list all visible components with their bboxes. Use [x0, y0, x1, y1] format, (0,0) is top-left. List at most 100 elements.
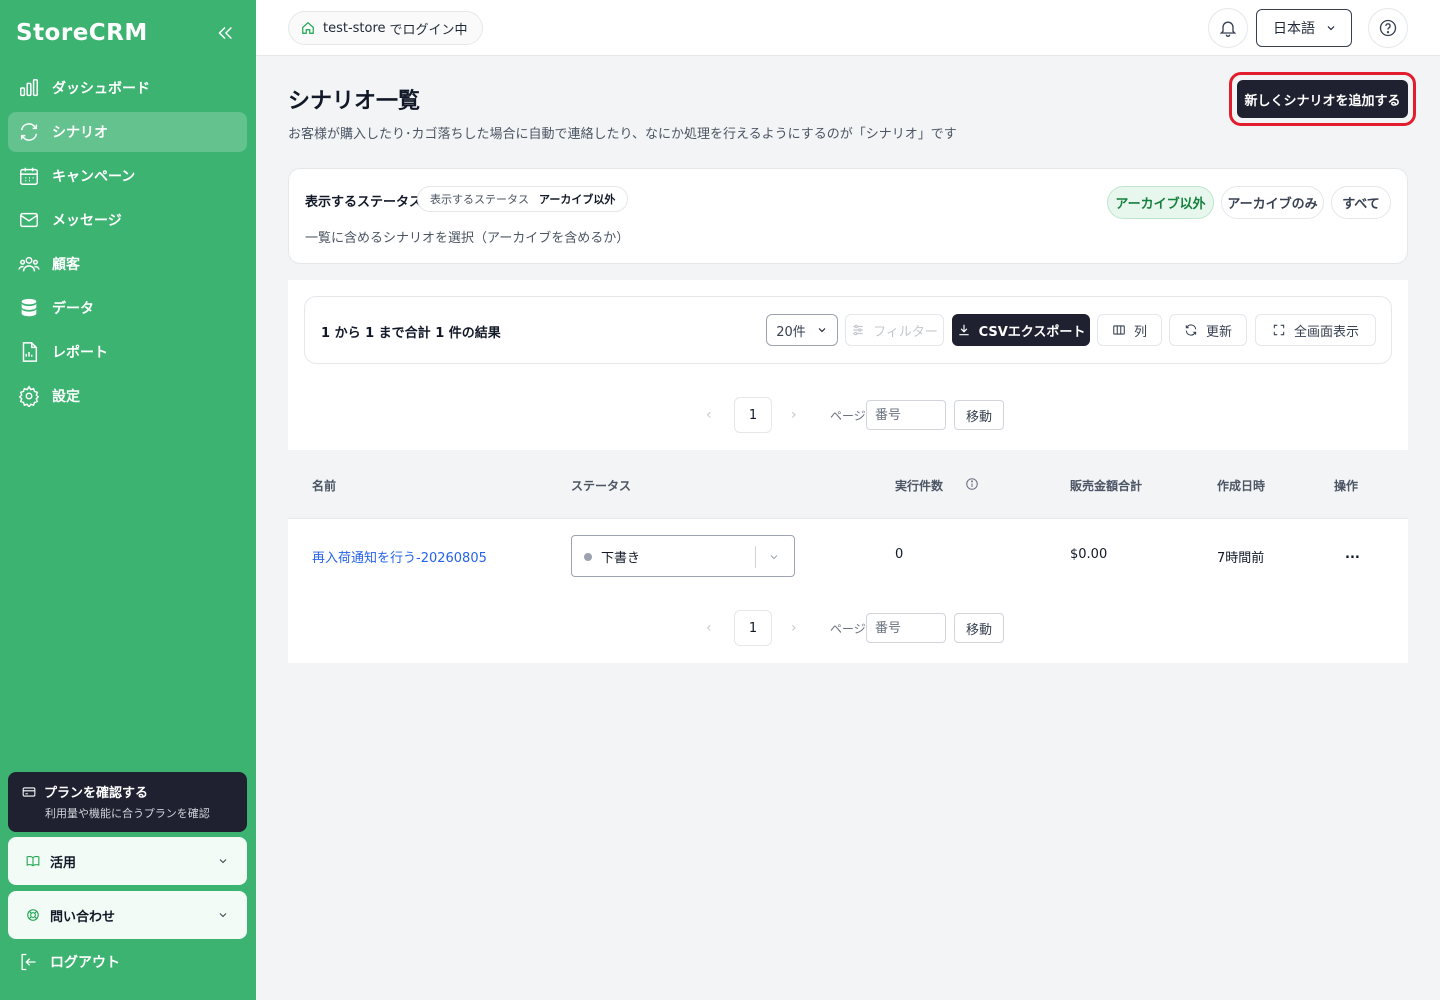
sidebar-nav: ダッシュボード シナリオ キャンペーン メッセージ 顧客 データ レポート 設定	[8, 68, 247, 420]
plan-subtitle: 利用量や機能に合うプランを確認	[45, 807, 210, 820]
executions-value: 0	[895, 547, 904, 562]
sidebar-item-data[interactable]: データ	[8, 288, 247, 328]
app-logo[interactable]: StoreCRM	[16, 20, 148, 46]
refresh-cycle-icon	[18, 121, 40, 143]
pagination-bottom: ‹ 1 › ページ 移動	[288, 610, 1408, 646]
column-header-executions[interactable]: 実行件数	[895, 477, 943, 494]
sliders-icon	[853, 324, 863, 336]
add-scenario-button[interactable]: 新しくシナリオを追加する	[1237, 80, 1408, 118]
page-label: ページ	[830, 622, 866, 636]
usage-label: 活用	[50, 855, 77, 871]
usage-accordion[interactable]: 活用	[8, 837, 247, 885]
sidebar-item-label: メッセージ	[52, 213, 122, 229]
help-button[interactable]	[1368, 8, 1408, 48]
page-description: お客様が購入したり･カゴ落ちした場合に自動で連絡したり、なにか処理を行えるように…	[288, 127, 957, 142]
page-number-input[interactable]	[866, 613, 946, 643]
sidebar-item-label: シナリオ	[52, 125, 108, 141]
bar-chart-icon	[18, 77, 40, 99]
plan-card[interactable]: プランを確認する 利用量や機能に合うプランを確認	[8, 772, 247, 832]
credit-card-icon	[22, 786, 36, 797]
sidebar-item-label: レポート	[52, 345, 108, 361]
scenario-status-select[interactable]: 下書き	[571, 535, 795, 577]
column-header-name[interactable]: 名前	[312, 477, 336, 494]
chevron-down-icon	[770, 555, 778, 560]
sidebar-item-report[interactable]: レポート	[8, 332, 247, 372]
go-to-page-button[interactable]: 移動	[954, 613, 1004, 643]
users-icon	[18, 253, 40, 275]
next-page-icon[interactable]: ›	[791, 620, 797, 636]
sidebar-item-label: 顧客	[52, 257, 80, 273]
page-title: シナリオ一覧	[288, 89, 421, 114]
sidebar-item-campaign[interactable]: キャンペーン	[8, 156, 247, 196]
chevron-down-icon	[818, 328, 826, 333]
segment-archived-only[interactable]: アーカイブのみ	[1221, 186, 1324, 219]
go-to-page-button[interactable]: 移動	[954, 400, 1004, 430]
sidebar-item-customers[interactable]: 顧客	[8, 244, 247, 284]
created-value: 7時間前	[1217, 551, 1265, 566]
filter-button[interactable]: フィルター	[845, 314, 944, 346]
sidebar-item-dashboard[interactable]: ダッシュボード	[8, 68, 247, 108]
page-number-current[interactable]: 1	[734, 610, 772, 646]
csv-export-label: CSVエクスポート	[978, 324, 1086, 340]
fullscreen-button[interactable]: 全画面表示	[1255, 314, 1376, 346]
column-header-status[interactable]: ステータス	[571, 477, 631, 494]
status-filter-label: 表示するステータス	[305, 195, 423, 210]
page-number-current[interactable]: 1	[734, 397, 772, 433]
sidebar-item-scenario[interactable]: シナリオ	[8, 112, 247, 152]
calendar-icon	[18, 165, 40, 187]
column-header-created[interactable]: 作成日時	[1217, 477, 1265, 494]
sidebar-item-message[interactable]: メッセージ	[8, 200, 247, 240]
sidebar-item-label: データ	[52, 301, 94, 317]
column-header-sales-total[interactable]: 販売金額合計	[1070, 477, 1142, 494]
notifications-button[interactable]	[1208, 8, 1248, 48]
scenario-name-link[interactable]: 再入荷通知を行う-20260805	[312, 547, 487, 566]
status-filter-pill: 表示するステータス アーカイブ以外	[417, 186, 629, 212]
segment-non-archived[interactable]: アーカイブ以外	[1107, 186, 1214, 219]
logout-label: ログアウト	[50, 955, 120, 971]
result-count: 1 から 1 まで合計 1 件の結果	[321, 326, 501, 341]
table-header: 名前 ステータス 実行件数 販売金額合計 作成日時 操作	[288, 450, 1408, 519]
page-label: ページ	[830, 409, 866, 423]
csv-export-button[interactable]: CSVエクスポート	[952, 314, 1090, 346]
fullscreen-label: 全画面表示	[1293, 324, 1359, 340]
contact-label: 問い合わせ	[50, 909, 116, 925]
store-indicator[interactable]: test-store でログイン中	[288, 11, 483, 45]
info-icon[interactable]	[965, 477, 979, 491]
help-circle-icon	[1379, 19, 1397, 37]
row-actions-menu[interactable]: ...	[1345, 547, 1360, 562]
status-dot	[584, 553, 592, 561]
scenario-table-panel: 1 から 1 まで合計 1 件の結果 20件 フィルター CSVエクスポート 列…	[288, 280, 1408, 663]
book-open-icon	[26, 856, 40, 867]
language-value: 日本語	[1273, 21, 1315, 37]
columns-label: 列	[1133, 324, 1147, 340]
logout-button[interactable]: ログアウト	[18, 952, 120, 972]
download-icon	[958, 324, 969, 336]
sidebar-item-settings[interactable]: 設定	[8, 376, 247, 416]
store-login-suffix: でログイン中	[389, 22, 468, 38]
language-select[interactable]: 日本語	[1256, 9, 1352, 47]
contact-accordion[interactable]: 問い合わせ	[8, 891, 247, 939]
columns-button[interactable]: 列	[1097, 314, 1162, 346]
filter-label: フィルター	[873, 324, 938, 340]
store-name: test-store	[323, 20, 386, 36]
sidebar-item-label: キャンペーン	[52, 169, 136, 185]
page-number-input[interactable]	[866, 400, 946, 430]
refresh-button[interactable]: 更新	[1169, 314, 1247, 346]
status-filter-card: 表示するステータス 表示するステータス アーカイブ以外 一覧に含めるシナリオを選…	[288, 168, 1408, 264]
prev-page-icon[interactable]: ‹	[706, 620, 712, 636]
status-filter-pill-value: アーカイブ以外	[539, 193, 616, 206]
page-size-select[interactable]: 20件	[766, 314, 838, 346]
database-icon	[18, 297, 40, 319]
plan-title: プランを確認する	[44, 786, 149, 801]
topbar: test-store でログイン中 日本語	[256, 0, 1440, 56]
pagination-top: ‹ 1 › ページ 移動	[288, 397, 1408, 433]
columns-icon	[1113, 325, 1125, 335]
chevron-down-icon	[1327, 26, 1335, 31]
next-page-icon[interactable]: ›	[791, 407, 797, 423]
logout-icon	[21, 953, 36, 971]
gear-icon	[18, 385, 40, 407]
sidebar-item-label: ダッシュボード	[52, 81, 150, 97]
segment-all[interactable]: すべて	[1331, 186, 1391, 219]
prev-page-icon[interactable]: ‹	[706, 407, 712, 423]
collapse-sidebar-icon[interactable]	[214, 22, 236, 44]
